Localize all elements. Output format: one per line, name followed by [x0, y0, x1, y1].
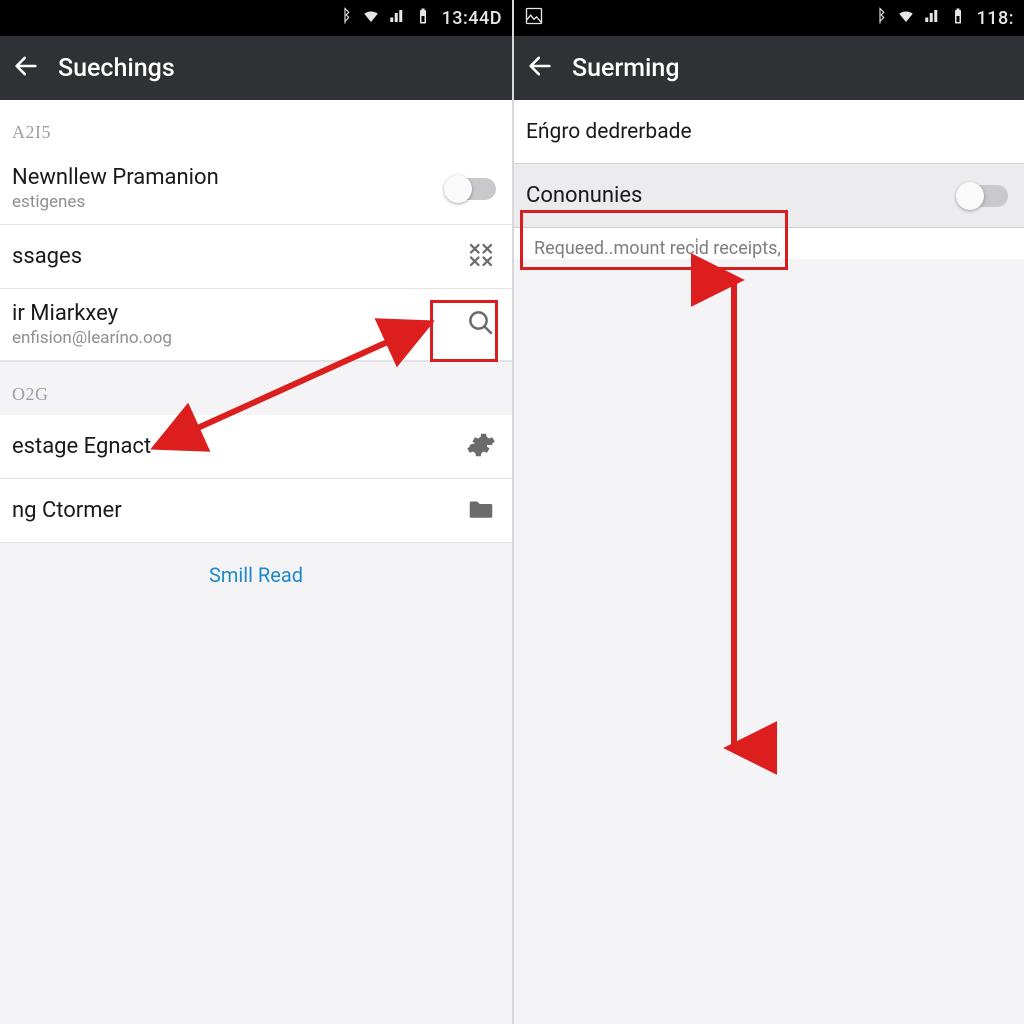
cell-signal-icon: [388, 7, 406, 30]
settings-list: Eńgro dedrerbade Cononunies Requeed..mou…: [514, 100, 1024, 259]
item-subtitle: enfision@learíno.oog: [12, 328, 466, 348]
section-header: O2G: [0, 361, 512, 415]
section-title: Eńgro dedrerbade: [526, 120, 1008, 144]
expand-icon[interactable]: [466, 240, 496, 274]
page-title: Suechings: [58, 54, 175, 83]
wifi-icon: [897, 7, 915, 30]
item-title: estage Egnact: [12, 434, 466, 459]
cell-signal-icon: [923, 7, 941, 30]
search-icon[interactable]: [466, 308, 496, 342]
toggle-switch[interactable]: [956, 185, 1008, 207]
list-item[interactable]: Newnllew Pramanion estigenes: [0, 153, 512, 225]
back-button[interactable]: [526, 52, 554, 84]
bluetooth-icon: [871, 7, 889, 30]
wifi-icon: [362, 7, 380, 30]
status-bar: 13:44D: [0, 0, 512, 36]
status-clock: 118:: [977, 8, 1014, 29]
page-title: Suerming: [572, 54, 680, 83]
item-title: Cononunies: [526, 183, 956, 208]
list-item[interactable]: ng Ctormer: [0, 479, 512, 543]
action-bar: Suerming: [514, 36, 1024, 100]
list-item[interactable]: Cononunies: [514, 164, 1024, 228]
picture-icon: [524, 6, 544, 31]
action-bar: Suechings: [0, 36, 512, 100]
back-button[interactable]: [12, 52, 40, 84]
item-title: ir Miarkxey: [12, 301, 466, 326]
battery-icon: [414, 7, 432, 30]
section-header: A2I5: [0, 100, 512, 153]
screenshot-left: 13:44D Suechings A2I5 Newnllew Pramanion…: [0, 0, 512, 1024]
item-subtitle: estigenes: [12, 192, 444, 212]
item-title: ng Ctormer: [12, 498, 466, 523]
annotation-arrow: [704, 268, 764, 768]
screenshot-right: 118: Suerming Eńgro dedrerbade Cononunie…: [512, 0, 1024, 1024]
item-description: Requeed..mount reci̇d receipts,: [514, 228, 1024, 259]
gear-icon[interactable]: [466, 430, 496, 464]
item-title: Newnllew Pramanion: [12, 165, 444, 190]
settings-list: A2I5 Newnllew Pramanion estigenes ssages…: [0, 100, 512, 543]
section-header-row: Eńgro dedrerbade: [514, 100, 1024, 164]
folder-icon[interactable]: [466, 494, 496, 528]
battery-icon: [949, 7, 967, 30]
footer-link[interactable]: Smill Read: [0, 543, 512, 607]
list-item[interactable]: estage Egnact: [0, 415, 512, 479]
list-item[interactable]: ir Miarkxey enfision@learíno.oog: [0, 289, 512, 361]
toggle-switch[interactable]: [444, 178, 496, 200]
item-title: ssages: [12, 244, 466, 269]
bluetooth-icon: [336, 7, 354, 30]
status-icons: [871, 7, 967, 30]
list-item[interactable]: ssages: [0, 225, 512, 289]
status-icons: [336, 7, 432, 30]
status-bar: 118:: [514, 0, 1024, 36]
status-clock: 13:44D: [442, 8, 502, 29]
